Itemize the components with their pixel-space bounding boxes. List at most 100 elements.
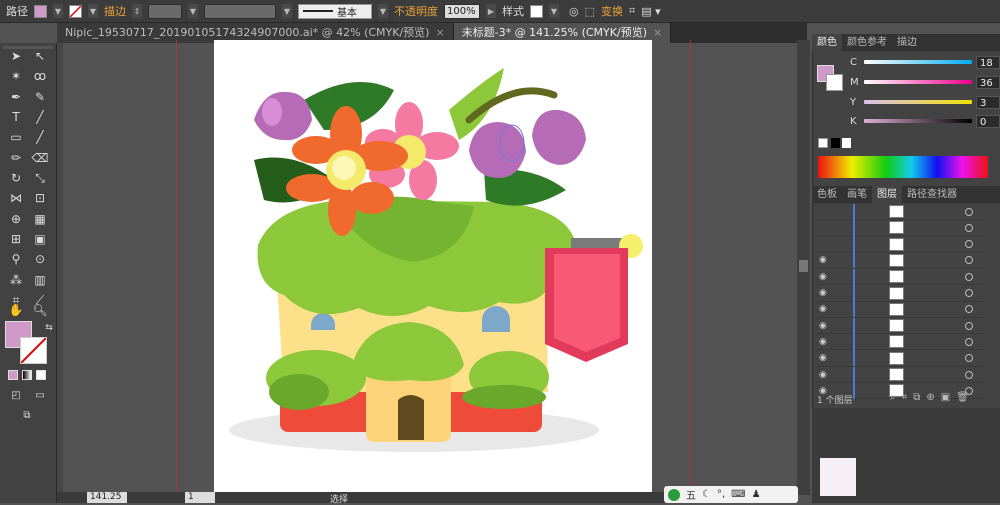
white-swatch[interactable]	[842, 138, 851, 148]
layer-row[interactable]	[815, 236, 985, 253]
artboard-number-field[interactable]: 1	[185, 492, 215, 503]
direct-selection-icon[interactable]: ↖	[29, 47, 51, 66]
pen-tool-icon[interactable]: ✒	[5, 88, 27, 107]
visibility-eye-icon[interactable]: ◉	[819, 255, 831, 265]
stroke-label[interactable]: 描边	[104, 3, 126, 19]
gradient-tool-icon[interactable]: ▣	[29, 230, 51, 249]
transform-label[interactable]: 变换	[601, 3, 623, 19]
hand-tool-icon[interactable]: ✋	[5, 301, 27, 320]
m-slider[interactable]: M 36	[850, 75, 1000, 89]
black-swatch[interactable]	[831, 138, 840, 148]
close-icon[interactable]: ×	[653, 26, 662, 39]
graphic-style-swatch[interactable]	[530, 4, 543, 18]
visibility-eye-icon[interactable]: ◉	[819, 321, 831, 331]
line-tool-icon[interactable]: ╱	[29, 108, 51, 127]
ime-toolbar[interactable]: 五 ☾ °, ⌨ ♟	[664, 486, 798, 503]
tab-pathfinder[interactable]: 路径查找器	[902, 186, 962, 203]
stroke-weight-stepper-icon[interactable]: ⇕	[132, 4, 142, 18]
paintbrush-icon[interactable]: ╱	[29, 128, 51, 147]
moon-icon[interactable]: ☾	[702, 489, 711, 500]
layer-row[interactable]: ◉	[815, 333, 985, 351]
target-circle-icon[interactable]	[965, 240, 973, 249]
selection-tool-icon[interactable]: ➤	[5, 47, 27, 66]
target-circle-icon[interactable]	[965, 305, 973, 314]
target-circle-icon[interactable]	[965, 321, 973, 330]
type-tool-icon[interactable]: T	[5, 108, 27, 127]
layer-actions-icons[interactable]: ⌕⌗⧉⊕▣🗑︎	[890, 392, 975, 403]
align-icon[interactable]: ⬚	[585, 5, 595, 18]
target-circle-icon[interactable]	[965, 337, 973, 346]
target-circle-icon[interactable]	[965, 354, 973, 363]
layer-row[interactable]: ◉	[815, 285, 985, 302]
eraser-tool-icon[interactable]: ⌫	[29, 149, 51, 168]
target-circle-icon[interactable]	[965, 223, 973, 232]
zoom-tool-icon[interactable]: 🔍︎	[29, 301, 51, 320]
ime-mode-label[interactable]: 五	[686, 487, 696, 502]
rectangle-tool-icon[interactable]: ▭	[5, 128, 27, 147]
rotate-tool-icon[interactable]: ↻	[5, 169, 27, 188]
tab-layers[interactable]: 图层	[872, 186, 902, 203]
y-value-field[interactable]: 3	[976, 95, 1000, 109]
stroke-weight-field[interactable]	[148, 3, 182, 19]
none-mode-icon[interactable]	[36, 370, 46, 380]
target-circle-icon[interactable]	[965, 370, 973, 379]
opacity-dropdown-icon[interactable]: ▶	[486, 4, 496, 18]
zoom-field[interactable]: 141.25	[87, 492, 127, 503]
color-spectrum[interactable]	[818, 156, 988, 178]
opacity-label[interactable]: 不透明度	[394, 3, 438, 19]
layer-row[interactable]	[815, 219, 985, 237]
symbol-sprayer-icon[interactable]: ⁂	[5, 271, 27, 290]
recolor-icon[interactable]: ◎	[569, 5, 579, 18]
close-icon[interactable]: ×	[435, 26, 444, 39]
stroke-swatch[interactable]	[69, 4, 82, 18]
shape-builder-icon[interactable]: ⊕	[5, 210, 27, 229]
tab-swatches[interactable]: 色板	[812, 186, 842, 203]
visibility-eye-icon[interactable]: ◉	[819, 288, 831, 298]
arrange-icon[interactable]: ▤ ▾	[641, 5, 660, 18]
stroke-weight-dropdown-icon[interactable]: ▼	[188, 4, 198, 18]
brush-dropdown-icon[interactable]: ▼	[378, 4, 388, 18]
layer-row[interactable]: ◉	[815, 317, 985, 335]
lasso-icon[interactable]: ꝏ	[29, 67, 51, 86]
stroke-color-box[interactable]	[20, 337, 47, 364]
y-slider[interactable]: Y3	[850, 95, 1000, 109]
brush-style-field[interactable]: 基本	[298, 3, 372, 19]
width-tool-icon[interactable]: ⋈	[5, 189, 27, 208]
user-icon[interactable]: ♟	[752, 489, 761, 500]
color-mode-icon[interactable]	[8, 370, 18, 380]
pencil-tool-icon[interactable]: ✏	[5, 149, 27, 168]
layer-row[interactable]: ◉	[815, 366, 985, 383]
target-circle-icon[interactable]	[965, 256, 973, 265]
layer-row[interactable]: ◉	[815, 252, 985, 269]
curvature-icon[interactable]: ✎	[29, 88, 51, 107]
visibility-eye-icon[interactable]: ◉	[819, 304, 831, 314]
layer-row[interactable]: ◉	[815, 301, 985, 318]
blend-tool-icon[interactable]: ⊙	[29, 250, 51, 269]
c-value-field[interactable]: 18	[976, 55, 1000, 69]
tab-color[interactable]: 颜色	[812, 34, 842, 51]
k-slider[interactable]: K0	[850, 114, 1000, 128]
style-dropdown-icon[interactable]: ▼	[549, 4, 559, 18]
variable-width-field[interactable]	[204, 3, 276, 19]
layer-row[interactable]: ◉	[815, 268, 985, 286]
change-screen-mode-icon[interactable]: ⧉	[16, 406, 38, 425]
punctuation-icon[interactable]: °,	[717, 489, 725, 500]
perspective-grid-icon[interactable]: ▦	[29, 210, 51, 229]
target-circle-icon[interactable]	[965, 207, 973, 216]
screen-mode-icon[interactable]: ▭	[29, 386, 51, 405]
stroke-dropdown-icon[interactable]: ▼	[88, 4, 98, 18]
visibility-eye-icon[interactable]: ◉	[819, 272, 831, 282]
transform-each-icon[interactable]: ⌗	[629, 4, 635, 18]
visibility-eye-icon[interactable]: ◉	[819, 353, 831, 363]
magic-wand-icon[interactable]: ✶	[5, 67, 27, 86]
visibility-eye-icon[interactable]: ◉	[819, 370, 831, 380]
fill-dropdown-icon[interactable]: ▼	[53, 4, 63, 18]
visibility-eye-icon[interactable]: ◉	[819, 337, 831, 347]
tab-stroke[interactable]: 描边	[892, 34, 922, 51]
variable-width-dropdown-icon[interactable]: ▼	[282, 4, 292, 18]
draw-mode-icon[interactable]: ◰	[5, 386, 27, 405]
k-value-field[interactable]: 0	[976, 114, 1000, 128]
tab-brushes[interactable]: 画笔	[842, 186, 872, 203]
keyboard-icon[interactable]: ⌨	[731, 489, 745, 500]
m-value-field[interactable]: 36	[976, 75, 1000, 89]
